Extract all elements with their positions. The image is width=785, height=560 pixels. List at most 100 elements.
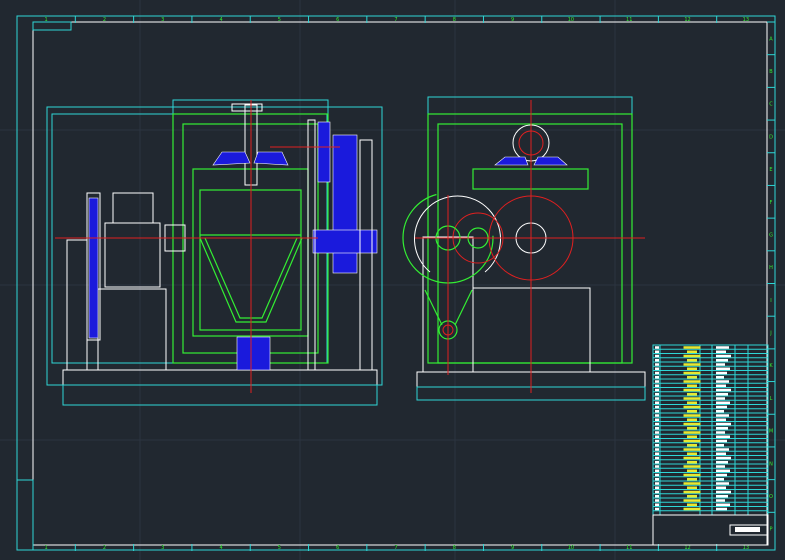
parts-index-cell bbox=[655, 384, 659, 387]
parts-index-cell bbox=[655, 393, 659, 396]
parts-material-cell bbox=[716, 435, 730, 438]
parts-index-cell bbox=[655, 371, 659, 375]
parts-name-cell bbox=[683, 456, 701, 460]
parts-material-cell bbox=[716, 397, 725, 400]
parts-index-cell bbox=[655, 456, 659, 460]
parts-material-cell bbox=[716, 456, 731, 460]
parts-name-cell bbox=[687, 461, 697, 464]
parts-material-cell bbox=[716, 507, 727, 511]
parts-name-cell bbox=[687, 401, 697, 404]
parts-index-cell bbox=[655, 435, 659, 438]
column-number: 13 bbox=[743, 17, 749, 23]
column-number: 10 bbox=[568, 17, 574, 23]
parts-index-cell bbox=[655, 418, 659, 421]
parts-name-cell bbox=[687, 503, 697, 506]
parts-index-cell bbox=[655, 414, 659, 417]
column-number: 7 bbox=[394, 545, 397, 551]
cad-drawing-canvas[interactable]: 1 2 3 4 5 6 7 8 9 10 11 12 13 1 2 3 4 5 6 7 8 9 10 11 12 13 ABCD… bbox=[0, 0, 785, 560]
parts-name-cell bbox=[683, 422, 701, 426]
parts-index-cell bbox=[655, 439, 659, 443]
parts-material-cell bbox=[716, 431, 725, 434]
column-number: 9 bbox=[511, 17, 514, 23]
row-letter: H bbox=[769, 265, 773, 271]
parts-index-cell bbox=[655, 363, 659, 366]
parts-name-cell bbox=[687, 393, 697, 396]
row-letter: L bbox=[770, 396, 773, 402]
parts-material-cell bbox=[716, 486, 726, 489]
parts-name-cell bbox=[687, 410, 697, 413]
parts-index-cell bbox=[655, 507, 659, 511]
row-letter: N bbox=[769, 461, 773, 467]
parts-index-cell bbox=[655, 495, 659, 498]
parts-name-cell bbox=[683, 363, 701, 366]
parts-index-cell bbox=[655, 431, 659, 434]
parts-material-cell bbox=[716, 478, 724, 481]
parts-material-cell bbox=[716, 418, 726, 421]
parts-name-cell bbox=[687, 367, 697, 370]
parts-material-cell bbox=[716, 384, 726, 387]
parts-material-cell bbox=[716, 401, 730, 404]
column-number: 3 bbox=[161, 17, 164, 23]
parts-name-cell bbox=[683, 380, 701, 383]
parts-index-cell bbox=[655, 354, 659, 358]
column-number: 11 bbox=[626, 545, 632, 551]
background-grid bbox=[0, 0, 785, 560]
parts-name-cell bbox=[683, 346, 701, 349]
row-letter: B bbox=[769, 69, 773, 75]
parts-index-cell bbox=[655, 452, 659, 455]
row-letter: D bbox=[769, 134, 773, 140]
column-number: 9 bbox=[511, 545, 514, 551]
column-number: 13 bbox=[743, 545, 749, 551]
column-number: 2 bbox=[103, 17, 106, 23]
parts-name-cell bbox=[687, 444, 697, 447]
parts-material-cell bbox=[716, 422, 731, 426]
parts-index-cell bbox=[655, 473, 659, 477]
parts-name-cell bbox=[687, 418, 697, 421]
parts-index-cell bbox=[655, 397, 659, 400]
column-number: 6 bbox=[336, 545, 339, 551]
parts-material-cell bbox=[716, 499, 725, 502]
parts-material-cell bbox=[716, 503, 730, 506]
column-number: 3 bbox=[161, 545, 164, 551]
title-block bbox=[652, 514, 769, 546]
parts-material-cell bbox=[716, 452, 726, 455]
parts-index-cell bbox=[655, 486, 659, 489]
parts-material-cell bbox=[716, 444, 724, 447]
parts-index-cell bbox=[655, 380, 659, 383]
parts-index-cell bbox=[655, 482, 659, 485]
column-number: 5 bbox=[278, 17, 281, 23]
parts-material-cell bbox=[716, 448, 729, 451]
parts-name-cell bbox=[687, 359, 697, 362]
parts-index-cell bbox=[655, 410, 659, 413]
revision-table bbox=[16, 479, 34, 551]
parts-name-cell bbox=[683, 482, 701, 485]
row-letter: G bbox=[769, 232, 773, 238]
parts-material-cell bbox=[716, 473, 727, 477]
column-number: 1 bbox=[45, 17, 48, 23]
column-number: 7 bbox=[394, 17, 397, 23]
parts-index-cell bbox=[655, 448, 659, 451]
parts-material-cell bbox=[716, 380, 729, 383]
parts-index-cell bbox=[655, 444, 659, 447]
row-letter: K bbox=[769, 363, 773, 369]
parts-index-cell bbox=[655, 367, 659, 370]
parts-name-cell bbox=[687, 435, 697, 438]
parts-material-cell bbox=[716, 346, 729, 349]
parts-name-cell bbox=[683, 388, 701, 392]
parts-material-cell bbox=[716, 469, 730, 472]
parts-name-cell bbox=[683, 499, 701, 502]
column-number: 4 bbox=[219, 17, 222, 23]
side-view bbox=[402, 96, 646, 401]
row-letter: I bbox=[770, 298, 771, 304]
parts-index-cell bbox=[655, 401, 659, 404]
parts-name-cell bbox=[683, 507, 701, 511]
parts-name-cell bbox=[687, 427, 697, 430]
row-letter: E bbox=[769, 167, 772, 173]
parts-index-cell bbox=[655, 461, 659, 464]
column-number: 4 bbox=[219, 545, 222, 551]
parts-index-cell bbox=[655, 499, 659, 502]
parts-index-cell bbox=[655, 350, 659, 353]
parts-index-cell bbox=[655, 422, 659, 426]
parts-material-cell bbox=[716, 427, 728, 430]
parts-name-cell bbox=[687, 384, 697, 387]
